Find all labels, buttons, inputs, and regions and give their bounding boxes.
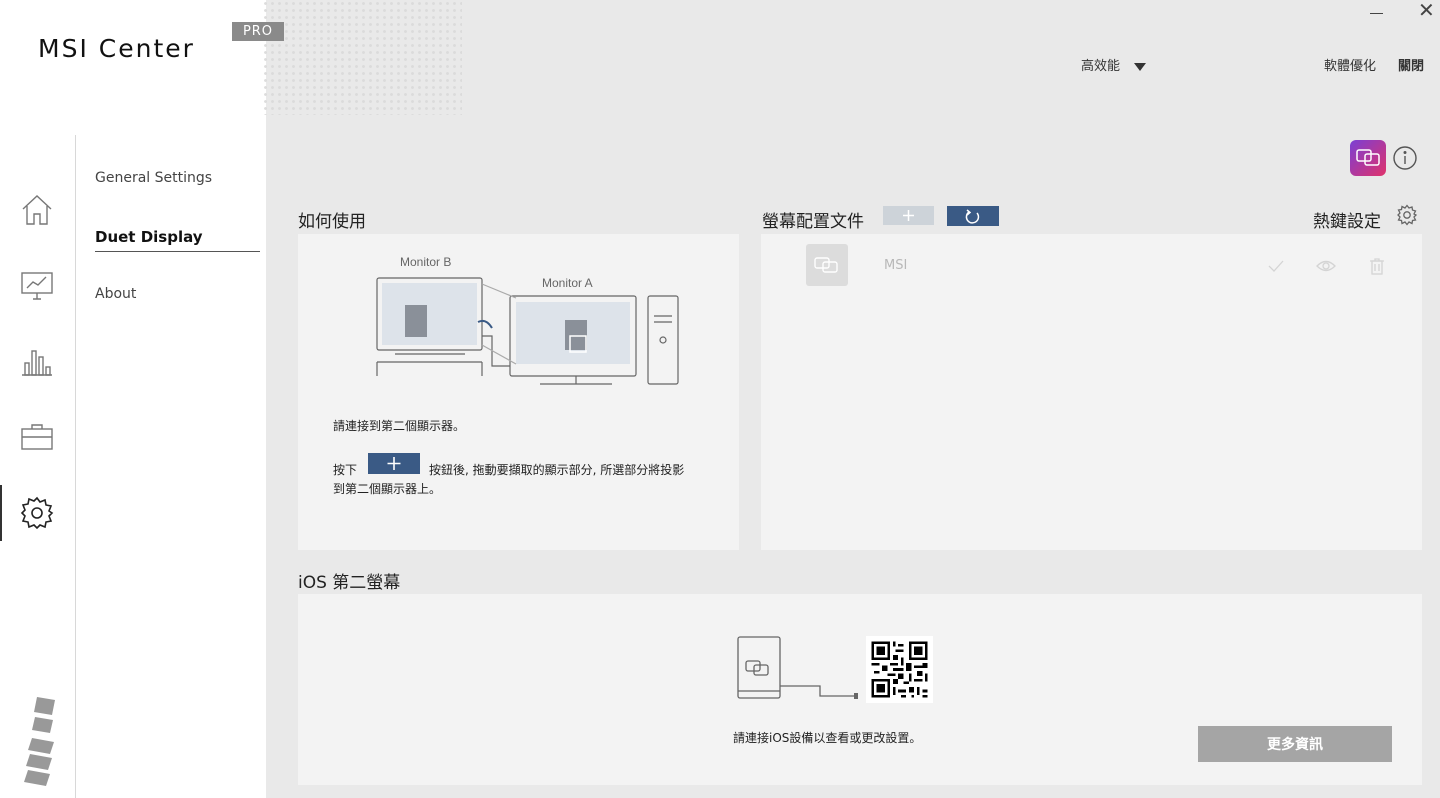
refresh-profiles-button[interactable] [947,206,999,226]
toolbox-icon[interactable] [14,414,60,460]
ios-second-screen-title: iOS 第二螢幕 [298,573,401,593]
dual-screen-icon [1356,149,1380,166]
hotkey-settings-label: 熱鍵設定 [1313,212,1381,232]
chevron-down-icon [1134,62,1147,71]
minimize-button[interactable] [1370,0,1384,24]
monitor-b-label: Monitor B [400,255,451,269]
plus-icon [903,210,914,221]
close-window-button[interactable]: ✕ [1418,0,1435,22]
more-info-button[interactable]: 更多資訊 [1198,726,1392,762]
how-to-use-title: 如何使用 [298,212,366,232]
profiles-panel [761,234,1422,550]
info-icon[interactable] [1392,145,1418,171]
ios-device-illustration [737,636,858,699]
monitor-chart-icon[interactable] [14,262,60,308]
submenu-item-duet-display[interactable]: Duet Display [95,228,203,246]
inline-plus-illustration [368,453,420,474]
step-2-suffix: 按鈕後, 拖動要擷取的顯示部分, 所選部分將投影 [429,463,685,477]
close-link[interactable]: 關閉 [1398,55,1424,74]
refresh-icon [965,209,980,224]
msi-logo-icon [24,697,55,786]
gear-icon[interactable] [14,490,60,536]
monitor-a-label: Monitor A [542,276,593,290]
profile-name[interactable]: MSI [884,258,907,273]
active-nav-indicator [0,485,2,541]
app-logo-text: MSI Center [38,34,195,63]
preview-eye-icon[interactable] [1316,256,1336,276]
bar-chart-icon[interactable] [14,338,60,384]
step-2-line2: 到第二個顯示器上。 [333,482,442,496]
duet-display-app-icon[interactable] [1350,140,1386,176]
performance-mode-dropdown[interactable]: 高效能 [1081,55,1147,74]
delete-trash-icon[interactable] [1367,256,1387,276]
sidebar-icon-column [0,135,76,798]
step-2-prefix: 按下 [333,463,358,477]
screen-profiles-title: 螢幕配置文件 [762,212,864,232]
decorative-dot-pattern [262,0,462,115]
qr-code-pattern [871,641,928,698]
performance-mode-value: 高效能 [1081,59,1121,74]
ios-connect-instruction: 請連接iOS設備以查看或更改設置。 [733,731,922,745]
submenu-active-underline [95,251,260,252]
hotkey-gear-icon[interactable] [1396,204,1418,226]
add-profile-button[interactable] [883,206,934,225]
profile-thumbnail [806,244,848,286]
dual-screen-icon [814,257,838,273]
software-optimization-link[interactable]: 軟體優化 [1324,55,1376,74]
submenu-item-about[interactable]: About [95,286,136,302]
home-icon[interactable] [14,187,60,233]
apply-check-icon[interactable] [1266,256,1286,276]
qr-code [866,636,933,703]
submenu-item-general-settings[interactable]: General Settings [95,170,212,186]
step-1-text: 請連接到第二個顯示器。 [333,419,466,433]
dual-monitor-illustration: Monitor B Monitor A [376,255,679,385]
pro-badge: PRO [232,22,284,41]
